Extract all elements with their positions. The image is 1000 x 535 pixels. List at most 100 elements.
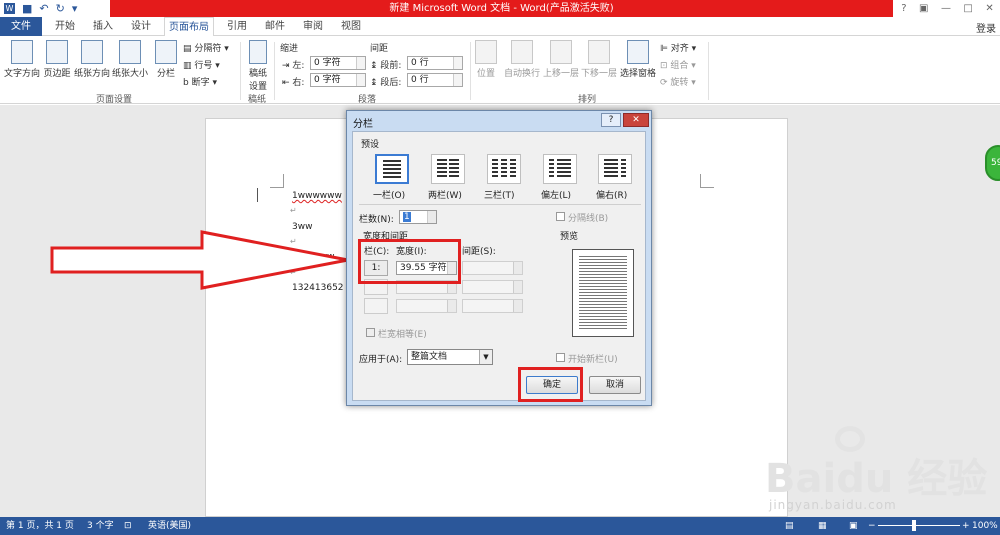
- preset-left[interactable]: [543, 154, 577, 184]
- margins-icon: [46, 40, 68, 64]
- spacing-input[interactable]: [462, 261, 523, 275]
- send-backward-button[interactable]: 下移一层: [581, 40, 617, 79]
- wrap-text-button[interactable]: 自动换行: [502, 40, 542, 79]
- position-button[interactable]: 位置: [474, 40, 498, 79]
- spacing-after-input[interactable]: 0 行: [407, 73, 463, 87]
- separator-checkbox[interactable]: [556, 212, 565, 221]
- num-columns-label: 栏数(N):: [359, 215, 394, 225]
- num-columns-input[interactable]: 1: [399, 210, 437, 224]
- indent-left-label: ⇥ 左:: [282, 61, 305, 71]
- tab-home[interactable]: 开始: [48, 17, 82, 36]
- group-objects-button[interactable]: ⊡ 组合 ▾: [660, 58, 696, 71]
- dialog-close-button[interactable]: ✕: [623, 113, 649, 127]
- ribbon-display-button[interactable]: ▣: [919, 0, 928, 17]
- orientation-button[interactable]: 纸张方向: [74, 40, 110, 79]
- bring-forward-button[interactable]: 上移一层: [543, 40, 579, 79]
- zoom-slider-handle[interactable]: [912, 520, 916, 531]
- indent-left-input[interactable]: 0 字符: [310, 56, 366, 70]
- apply-to-select[interactable]: 整篇文档 ▼: [407, 349, 493, 365]
- align-button[interactable]: ⊫ 对齐 ▾: [660, 41, 696, 54]
- close-button[interactable]: ✕: [985, 0, 993, 17]
- zoom-in-button[interactable]: +: [962, 520, 970, 532]
- group-label-page-setup: 页面设置: [96, 95, 133, 105]
- tab-view[interactable]: 视图: [334, 17, 368, 36]
- word-count[interactable]: 3 个字: [87, 520, 114, 532]
- breaks-button[interactable]: ▤ 分隔符 ▾: [183, 41, 229, 54]
- watermark-url: jingyan.baidu.com: [769, 498, 897, 512]
- rotate-button[interactable]: ⟳ 旋转 ▾: [660, 75, 696, 88]
- tab-mailings[interactable]: 邮件: [258, 17, 292, 36]
- width-input[interactable]: [396, 299, 457, 313]
- text-direction-button[interactable]: 文字方向: [4, 40, 40, 79]
- cancel-button[interactable]: 取消: [589, 376, 641, 394]
- redo-icon[interactable]: ↻: [56, 2, 65, 15]
- preset-one-column[interactable]: [375, 154, 409, 184]
- print-layout-icon[interactable]: ▦: [818, 520, 827, 532]
- tab-page-layout[interactable]: 页面布局: [164, 17, 214, 37]
- columns-button[interactable]: 分栏: [152, 40, 180, 79]
- zoom-level[interactable]: 100%: [972, 520, 998, 532]
- language-indicator[interactable]: 英语(美国): [148, 520, 191, 532]
- size-button[interactable]: 纸张大小: [111, 40, 149, 79]
- tab-insert[interactable]: 插入: [86, 17, 120, 36]
- group-label-arrange: 排列: [578, 95, 597, 105]
- spacing-input[interactable]: [462, 299, 523, 313]
- equal-width-checkbox[interactable]: [366, 328, 375, 337]
- wrap-text-icon: [511, 40, 533, 64]
- ribbon-tabs: 文件 开始 插入 设计 页面布局 引用 邮件 审阅 视图 登录: [0, 17, 1000, 37]
- spacing-before-input[interactable]: 0 行: [407, 56, 463, 70]
- text-cursor: [257, 188, 258, 202]
- tab-design[interactable]: 设计: [124, 17, 158, 36]
- zoom-slider[interactable]: [878, 525, 960, 526]
- preset-three-columns[interactable]: [487, 154, 521, 184]
- manuscript-settings-button[interactable]: 稿纸 设置: [246, 40, 270, 92]
- highlight-ok-box: [518, 367, 583, 402]
- tab-references[interactable]: 引用: [220, 17, 254, 36]
- login-link[interactable]: 登录: [976, 20, 996, 35]
- apply-to-label: 应用于(A):: [359, 355, 403, 365]
- spacing-input[interactable]: [462, 280, 523, 294]
- zoom-out-button[interactable]: −: [868, 520, 876, 532]
- float-badge[interactable]: 59: [985, 145, 1000, 181]
- dialog-help-button[interactable]: ?: [601, 113, 621, 127]
- customize-qat-icon[interactable]: ▾: [72, 2, 78, 15]
- preset-two-columns[interactable]: [431, 154, 465, 184]
- preset-right[interactable]: [598, 154, 632, 184]
- word-app-icon: W: [4, 3, 15, 14]
- hyphenation-button[interactable]: b 断字 ▾: [183, 75, 217, 88]
- preset-label: 两栏(W): [428, 191, 462, 201]
- selection-pane-button[interactable]: 选择窗格: [619, 40, 657, 79]
- column-number: [364, 298, 388, 314]
- start-new-column-checkbox[interactable]: [556, 353, 565, 362]
- one-column-icon: [383, 160, 401, 178]
- undo-icon[interactable]: ↶: [39, 2, 48, 15]
- page-count[interactable]: 第 1 页，共 1 页: [6, 520, 74, 532]
- two-columns-icon: [437, 159, 447, 179]
- help-button[interactable]: ?: [901, 0, 906, 17]
- spacing-after-label: ↨ 段后:: [370, 78, 402, 88]
- preset-label: 偏左(L): [541, 191, 572, 201]
- tab-file[interactable]: 文件: [0, 17, 42, 36]
- two-columns-icon: [449, 159, 459, 179]
- divider: [359, 204, 641, 205]
- watermark-brand: Baidu 经验: [765, 456, 988, 502]
- save-icon[interactable]: ■: [22, 2, 32, 15]
- proofing-icon[interactable]: ⊡: [124, 520, 132, 532]
- dialog-title: 分栏: [353, 119, 373, 130]
- equal-width-label: 栏宽相等(E): [378, 330, 427, 340]
- columns-preview: [572, 249, 634, 337]
- preview-label: 预览: [560, 232, 579, 242]
- read-mode-icon[interactable]: ▤: [785, 520, 794, 532]
- maximize-button[interactable]: □: [963, 0, 972, 17]
- margins-button[interactable]: 页边距: [42, 40, 72, 79]
- manuscript-icon: [249, 40, 267, 64]
- minimize-button[interactable]: —: [941, 0, 951, 17]
- indent-right-input[interactable]: 0 字符: [310, 73, 366, 87]
- line-numbers-button[interactable]: ▥ 行号 ▾: [183, 58, 220, 71]
- web-layout-icon[interactable]: ▣: [849, 520, 858, 532]
- orientation-icon: [81, 40, 103, 64]
- title-bar: W ■ ↶ ↻ ▾ 新建 Microsoft Word 文档 - Word(产品…: [0, 0, 1000, 17]
- highlight-width-box: [358, 239, 461, 284]
- group-label-paragraph: 段落: [358, 95, 377, 105]
- tab-review[interactable]: 审阅: [296, 17, 330, 36]
